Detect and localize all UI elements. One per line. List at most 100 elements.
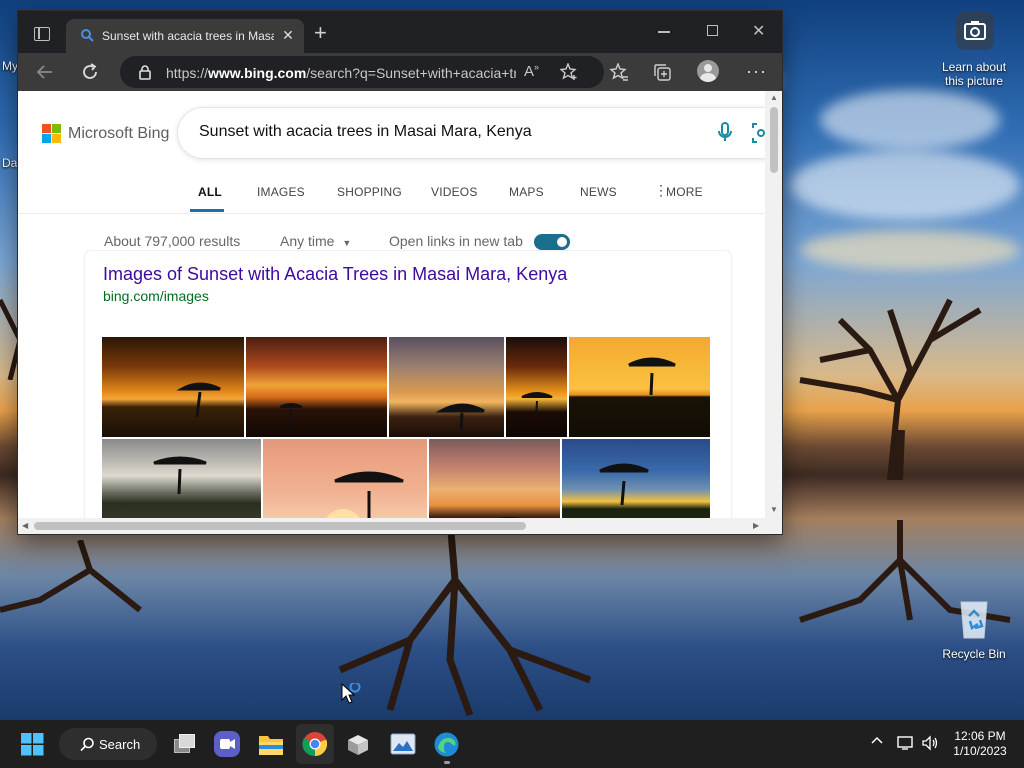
chrome-icon [302,732,328,757]
scope-divider [18,213,765,214]
close-window-icon[interactable]: ✕ [752,21,765,41]
lock-icon[interactable] [138,64,152,80]
tree-left-reflection [0,540,142,613]
url-prefix: https:// [166,65,209,81]
file-explorer-icon[interactable] [258,732,284,756]
url-text[interactable]: https://www.bing.com/search?q=Sunset+wit… [166,65,516,81]
horizontal-scroll-thumb[interactable] [34,522,526,530]
address-bar[interactable]: https://www.bing.com/search?q=Sunset+wit… [120,56,604,88]
vertical-scroll-thumb[interactable] [770,107,778,173]
search-query[interactable]: Sunset with acacia trees in Masai Mara, … [199,123,532,141]
taskbar: Search 12:06 PM 1/10/2023 [0,720,1024,768]
vertical-scrollbar[interactable]: ▲ ▼ [765,91,782,518]
clock-time: 12:06 PM [954,729,1006,743]
browser-titlebar: Sunset with acacia trees in Masai Mara, … [18,11,782,53]
photos-icon[interactable] [390,732,416,756]
image-thumbnail[interactable] [569,337,710,437]
scope-tab-maps[interactable]: MAPS [509,185,544,199]
tab-close-icon[interactable]: ✕ [280,27,296,43]
add-favorite-icon[interactable] [560,63,578,81]
scope-tab-news[interactable]: NEWS [580,185,617,199]
image-thumbnail[interactable] [102,337,244,437]
result-title-link[interactable]: Images of Sunset with Acacia Trees in Ma… [103,264,567,285]
time-filter-dropdown[interactable]: Any time ▼ [280,233,351,249]
task-view-icon[interactable] [172,733,196,755]
more-options-icon[interactable]: ··· [746,61,767,82]
url-path: /search?q=Sunset+with+acacia+trees+in+Ma… [306,65,516,81]
open-links-toggle[interactable] [534,234,570,250]
windows-start-icon[interactable] [21,733,44,756]
clock-date: 1/10/2023 [953,744,1007,758]
spotlight-icon[interactable] [956,12,994,50]
image-thumbnail[interactable] [263,439,427,518]
collections-icon[interactable] [652,62,672,82]
maximize-icon[interactable] [707,25,718,36]
bing-logo[interactable]: Microsoft Bing [42,124,169,143]
image-thumbnail[interactable] [246,337,387,437]
chrome-taskbar-button[interactable] [296,724,334,764]
image-thumbnail[interactable] [102,439,261,518]
back-arrow-icon[interactable] [36,63,54,81]
toggle-knob [557,237,567,247]
recycle-bin-label[interactable]: Recycle Bin [934,647,1014,661]
microphone-icon[interactable] [718,122,732,144]
caret-down-icon: ▼ [342,238,352,248]
spotlight-label-line-1: Learn about [941,60,1007,74]
url-domain: www.bing.com [208,65,307,81]
edge-icon [434,732,459,757]
scope-tab-images[interactable]: IMAGES [257,185,305,199]
desktop-icon-label-partial[interactable]: My [2,59,18,73]
bing-search-box[interactable]: Sunset with acacia trees in Masai Mara, … [178,108,765,158]
scroll-left-arrow-icon[interactable]: ◀ [22,521,28,530]
new-tab-icon[interactable]: + [314,22,327,44]
bing-page: Microsoft Bing Sunset with acacia trees … [18,91,765,518]
scope-tab-videos[interactable]: VIDEOS [431,185,478,199]
minimize-icon[interactable] [658,31,670,33]
scroll-up-arrow-icon[interactable]: ▲ [770,93,778,102]
image-thumbnail[interactable] [429,439,560,518]
teams-chat-icon[interactable] [214,731,240,757]
spotlight-label-line-2: this picture [944,74,1004,88]
scope-tab-shopping[interactable]: SHOPPING [337,185,402,199]
visual-search-icon[interactable] [752,123,765,143]
active-scope-underline [190,209,224,212]
edge-taskbar-button[interactable] [430,724,464,764]
tree-reflection-graphic [338,520,592,717]
scope-tab-more[interactable]: MORE [666,185,703,199]
browser-navbar: https://www.bing.com/search?q=Sunset+wit… [18,53,782,91]
favorites-icon[interactable] [609,63,629,81]
scope-tab-all[interactable]: ALL [198,185,222,199]
image-thumbnail[interactable] [562,439,710,518]
search-favicon-icon [81,29,94,42]
app-package-icon[interactable] [345,732,371,756]
network-icon[interactable] [897,735,915,751]
search-icon [80,737,94,752]
acacia-tree-graphic [799,298,982,480]
tab-title: Sunset with acacia trees in Masai Mara, … [102,29,274,43]
horizontal-scrollbar[interactable]: ◀ ▶ [18,518,782,534]
image-thumbnail[interactable] [389,337,504,437]
refresh-icon[interactable] [80,62,100,82]
browser-window: Sunset with acacia trees in Masai Mara, … [18,11,782,534]
read-aloud-icon[interactable]: A» [524,62,539,80]
browser-tab[interactable]: Sunset with acacia trees in Masai Mara, … [66,19,304,53]
spotlight-label[interactable]: Learn about this picture [934,60,1014,88]
microsoft-logo-icon [42,124,61,143]
taskbar-search-button[interactable]: Search [59,728,157,760]
show-hidden-icons-chevron-icon[interactable] [870,734,884,748]
desktop-icon-label-partial-2[interactable]: Da [2,156,17,170]
profile-avatar[interactable] [697,60,719,82]
open-links-label: Open links in new tab [389,233,523,249]
tab-actions-icon[interactable] [34,27,50,41]
clock[interactable]: 12:06 PM 1/10/2023 [945,729,1015,759]
scroll-down-arrow-icon[interactable]: ▼ [770,505,778,514]
scroll-right-arrow-icon[interactable]: ▶ [753,521,759,530]
result-url[interactable]: bing.com/images [103,288,209,304]
time-filter-label: Any time [280,233,335,249]
bing-logo-text: Microsoft Bing [68,124,170,142]
taskbar-search-label: Search [99,737,141,752]
volume-icon[interactable] [921,735,939,751]
image-thumbnail[interactable] [506,337,567,437]
recycle-bin-icon[interactable] [956,596,992,640]
running-indicator [444,761,450,764]
